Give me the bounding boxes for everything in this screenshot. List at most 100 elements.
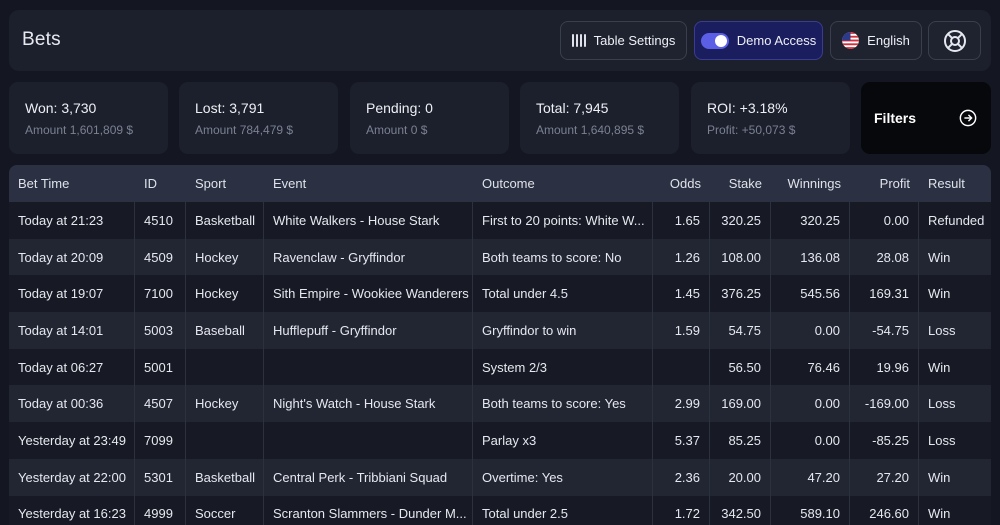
cell-sport: Hockey bbox=[186, 238, 264, 276]
help-button[interactable] bbox=[928, 21, 981, 60]
cell-bet-time: Today at 19:07 bbox=[9, 275, 135, 313]
column-header-bet-time[interactable]: Bet Time bbox=[9, 165, 135, 202]
cell-bet-time: Today at 20:09 bbox=[9, 238, 135, 276]
top-header: Bets Table Settings Demo Access English bbox=[9, 10, 991, 71]
columns-icon bbox=[571, 34, 586, 48]
cell-id: 5301 bbox=[135, 458, 186, 496]
cell-profit: -169.00 bbox=[850, 385, 919, 423]
cell-profit: -54.75 bbox=[850, 312, 919, 349]
cell-winnings: 136.08 bbox=[771, 238, 850, 276]
stat-label: Pending: 0 bbox=[366, 100, 433, 116]
cell-bet-time: Yesterday at 23:49 bbox=[9, 422, 135, 459]
cell-bet-time: Today at 06:27 bbox=[9, 348, 135, 386]
cell-id: 7100 bbox=[135, 275, 186, 313]
table-row[interactable]: Yesterday at 16:23 4999 Soccer Scranton Sla… bbox=[9, 495, 991, 525]
demo-toggle-switch[interactable] bbox=[700, 32, 729, 49]
stat-card-lost: Lost: 3,791 Amount 784,479 $ bbox=[179, 82, 338, 154]
column-header-id[interactable]: ID bbox=[135, 165, 186, 202]
cell-stake: 169.00 bbox=[710, 385, 771, 423]
cell-winnings: 0.00 bbox=[771, 385, 850, 423]
cell-stake: 342.50 bbox=[710, 495, 771, 525]
table-body: Today at 21:23 4510 Basketball White Walker… bbox=[9, 202, 991, 525]
language-label: English bbox=[867, 33, 910, 48]
cell-odds: 5.37 bbox=[653, 422, 710, 459]
cell-odds: 2.36 bbox=[653, 458, 710, 496]
demo-access-label: Demo Access bbox=[736, 33, 817, 48]
cell-sport bbox=[186, 348, 264, 386]
table-row[interactable]: Today at 19:07 7100 Hockey Sith Empire - Wo… bbox=[9, 275, 991, 313]
cell-id: 4510 bbox=[135, 202, 186, 239]
bets-table: Bet Time ID Sport Event Outcome Odds Stake Winn… bbox=[9, 165, 991, 525]
cell-event: Hufflepuff - Gryffindor bbox=[264, 312, 473, 349]
table-row[interactable]: Today at 14:01 5003 Baseball Hufflepuff - G… bbox=[9, 312, 991, 349]
cell-outcome: Both teams to score: Yes bbox=[473, 385, 653, 423]
cell-id: 4999 bbox=[135, 495, 186, 525]
cell-stake: 320.25 bbox=[710, 202, 771, 239]
cell-profit: 19.96 bbox=[850, 348, 919, 386]
cell-result: Win bbox=[928, 469, 951, 485]
cell-winnings: 47.20 bbox=[771, 458, 850, 496]
stat-label: Total: 7,945 bbox=[536, 100, 609, 116]
stat-label: Won: 3,730 bbox=[25, 100, 97, 116]
column-header-outcome[interactable]: Outcome bbox=[473, 165, 653, 202]
cell-winnings: 589.10 bbox=[771, 495, 850, 525]
stat-amount: Amount 1,601,809 $ bbox=[25, 123, 134, 137]
cell-id: 4507 bbox=[135, 385, 186, 423]
filters-button[interactable]: Filters bbox=[861, 82, 991, 154]
cell-outcome: First to 20 points: White W... bbox=[473, 202, 653, 239]
cell-winnings: 320.25 bbox=[771, 202, 850, 239]
cell-stake: 54.75 bbox=[710, 312, 771, 349]
cell-stake: 376.25 bbox=[710, 275, 771, 313]
table-settings-button[interactable]: Table Settings bbox=[560, 21, 687, 60]
cell-outcome: Gryffindor to win bbox=[473, 312, 653, 349]
cell-bet-time: Yesterday at 16:23 bbox=[9, 495, 135, 525]
cell-result: Win bbox=[928, 286, 951, 302]
table-row[interactable]: Yesterday at 23:49 7099 Parlay x3 5.37 85.25… bbox=[9, 422, 991, 459]
table-row[interactable]: Yesterday at 22:00 5301 Basketball Central … bbox=[9, 458, 991, 496]
cell-outcome: Total under 4.5 bbox=[473, 275, 653, 313]
cell-odds: 1.59 bbox=[653, 312, 710, 349]
table-row[interactable]: Today at 00:36 4507 Hockey Night's Watch - … bbox=[9, 385, 991, 423]
cell-event: Night's Watch - House Stark bbox=[264, 385, 473, 423]
demo-access-button[interactable]: Demo Access bbox=[694, 21, 823, 60]
cell-odds: 1.45 bbox=[653, 275, 710, 313]
cell-bet-time: Yesterday at 22:00 bbox=[9, 458, 135, 496]
language-selector[interactable]: English bbox=[830, 21, 922, 60]
cell-sport: Baseball bbox=[186, 312, 264, 349]
arrow-right-circle-icon bbox=[959, 109, 977, 127]
cell-event bbox=[264, 422, 473, 459]
cell-result: Win bbox=[928, 249, 951, 265]
column-header-sport[interactable]: Sport bbox=[186, 165, 264, 202]
table-settings-label: Table Settings bbox=[593, 33, 676, 48]
column-header-stake[interactable]: Stake bbox=[710, 165, 771, 202]
cell-id: 7099 bbox=[135, 422, 186, 459]
table-row[interactable]: Today at 06:27 5001 System 2/3 56.50 76.46 19… bbox=[9, 348, 991, 386]
cell-profit: -85.25 bbox=[850, 422, 919, 459]
cell-sport: Hockey bbox=[186, 275, 264, 313]
cell-outcome: Both teams to score: No bbox=[473, 238, 653, 276]
cell-profit: 28.08 bbox=[850, 238, 919, 276]
cell-id: 5001 bbox=[135, 348, 186, 386]
page-title: Bets bbox=[22, 29, 61, 50]
column-header-event[interactable]: Event bbox=[264, 165, 473, 202]
cell-profit: 27.20 bbox=[850, 458, 919, 496]
cell-event: Sith Empire - Wookiee Wanderers bbox=[264, 275, 473, 313]
stat-amount: Amount 784,479 $ bbox=[195, 123, 294, 137]
cell-sport: Basketball bbox=[186, 202, 264, 239]
column-header-result[interactable]: Result bbox=[919, 165, 991, 202]
cell-odds: 1.26 bbox=[653, 238, 710, 276]
table-row[interactable]: Today at 20:09 4509 Hockey Ravenclaw - Gryf… bbox=[9, 238, 991, 276]
cell-event: Scranton Slammers - Dunder M... bbox=[264, 495, 473, 525]
cell-result: Loss bbox=[928, 322, 956, 338]
stat-card-pending: Pending: 0 Amount 0 $ bbox=[350, 82, 509, 154]
cell-odds: 1.72 bbox=[653, 495, 710, 525]
table-row[interactable]: Today at 21:23 4510 Basketball White Walker… bbox=[9, 202, 991, 239]
cell-result: Refunded bbox=[928, 212, 985, 228]
column-header-odds[interactable]: Odds bbox=[653, 165, 710, 202]
cell-profit: 0.00 bbox=[850, 202, 919, 239]
cell-result: Win bbox=[928, 359, 951, 375]
cell-winnings: 76.46 bbox=[771, 348, 850, 386]
column-header-winnings[interactable]: Winnings bbox=[771, 165, 850, 202]
cell-stake: 20.00 bbox=[710, 458, 771, 496]
column-header-profit[interactable]: Profit bbox=[850, 165, 919, 202]
